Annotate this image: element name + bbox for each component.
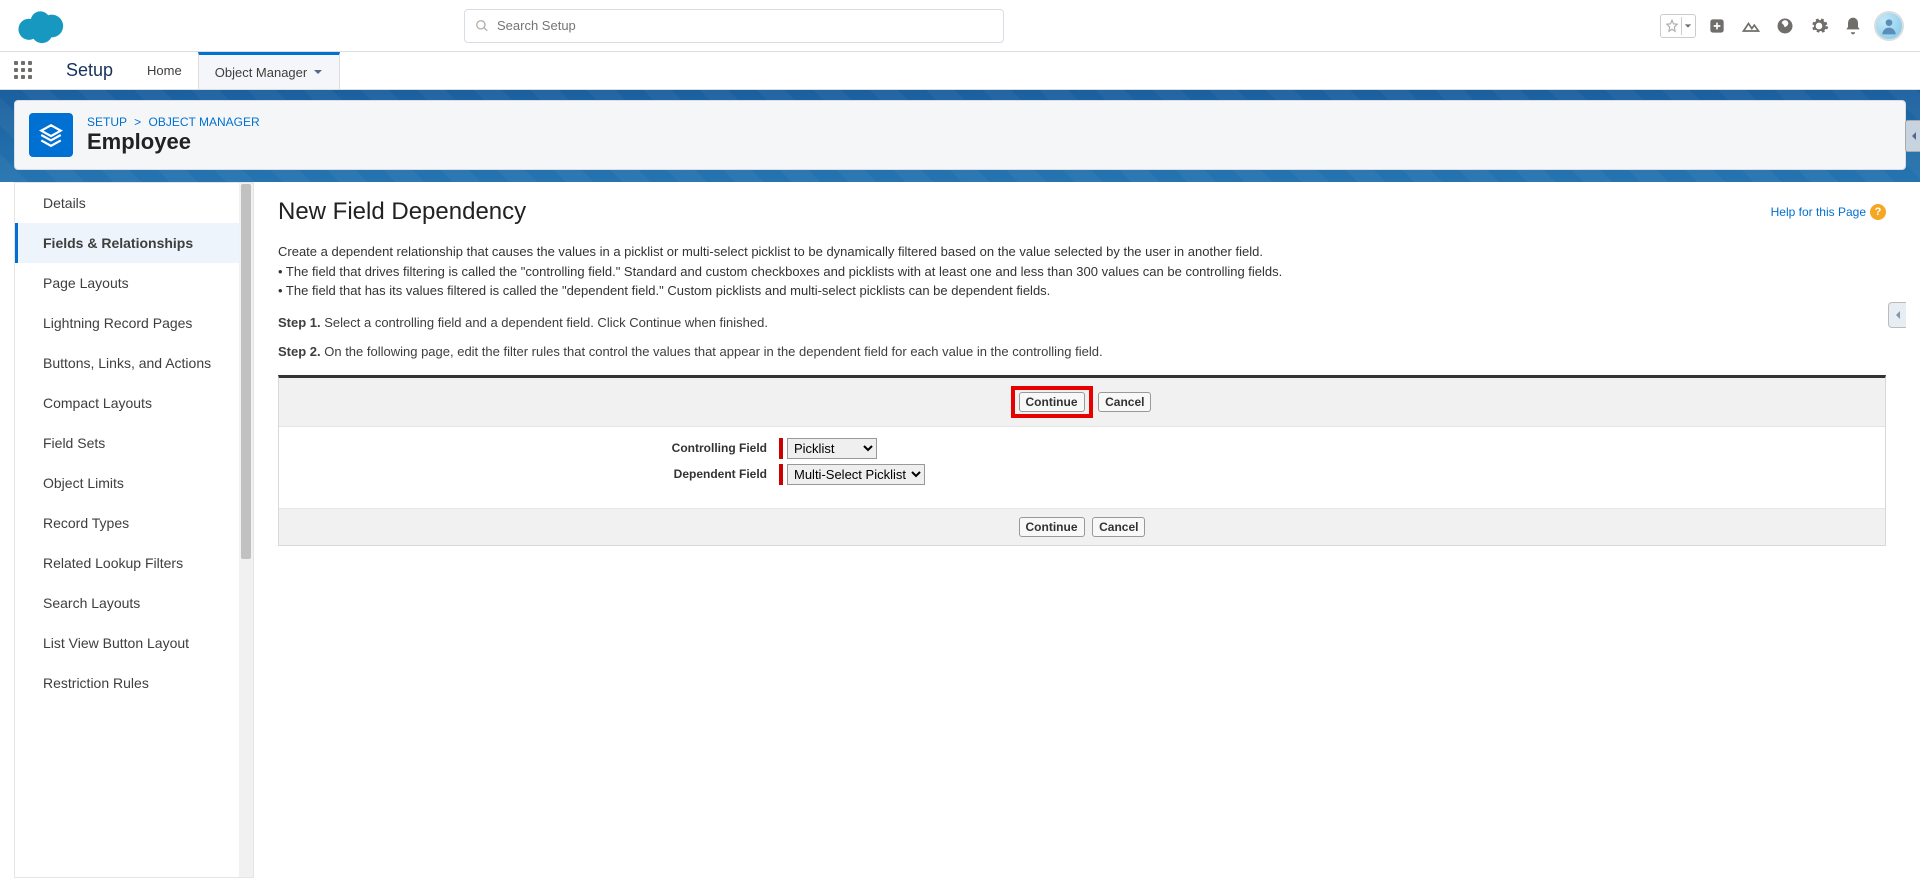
search-icon (475, 19, 489, 33)
global-actions-button[interactable] (1704, 13, 1730, 39)
right-mini-collapse[interactable] (1888, 302, 1906, 328)
chevron-down-icon (1681, 17, 1693, 35)
breadcrumb-setup[interactable]: SETUP (87, 115, 127, 129)
controlling-field-label: Controlling Field (279, 441, 779, 455)
controlling-field-select[interactable]: Picklist (787, 438, 877, 459)
sidebar-item-field-sets[interactable]: Field Sets (15, 423, 253, 463)
notifications-button[interactable] (1840, 13, 1866, 39)
left-sidebar: Details Fields & Relationships Page Layo… (14, 182, 254, 878)
dependent-field-select[interactable]: Multi-Select Picklist (787, 464, 925, 485)
sidebar-item-page-layouts[interactable]: Page Layouts (15, 263, 253, 303)
waffle-icon (14, 61, 34, 81)
content-title: New Field Dependency (278, 198, 526, 226)
user-avatar[interactable] (1874, 11, 1904, 41)
layers-icon (38, 122, 64, 148)
step1-text: Select a controlling field and a depende… (321, 315, 768, 330)
setup-gear-button[interactable] (1806, 13, 1832, 39)
chevron-left-icon (1894, 310, 1902, 320)
continue-button-top[interactable]: Continue (1019, 392, 1085, 412)
breadcrumb: SETUP > OBJECT MANAGER (87, 115, 260, 129)
sidebar-item-record-types[interactable]: Record Types (15, 503, 253, 543)
description-bullet-1: • The field that drives filtering is cal… (278, 262, 1886, 282)
sidebar-item-restriction-rules[interactable]: Restriction Rules (15, 663, 253, 703)
tab-object-manager-label: Object Manager (215, 65, 308, 80)
description-intro: Create a dependent relationship that cau… (278, 242, 1886, 262)
favorites-button[interactable] (1660, 14, 1696, 38)
sidebar-item-compact-layouts[interactable]: Compact Layouts (15, 383, 253, 423)
sidebar-scrollbar[interactable] (239, 183, 253, 877)
chevron-left-icon (1910, 131, 1918, 141)
breadcrumb-object-manager[interactable]: OBJECT MANAGER (149, 115, 260, 129)
help-link-label: Help for this Page (1771, 205, 1866, 219)
star-icon (1663, 17, 1681, 35)
required-indicator (779, 464, 783, 485)
trailhead-button[interactable] (1738, 13, 1764, 39)
step2-text: On the following page, edit the filter r… (321, 344, 1103, 359)
continue-button-bottom[interactable]: Continue (1019, 517, 1085, 537)
cancel-button-bottom[interactable]: Cancel (1092, 517, 1145, 537)
sidebar-item-lightning-pages[interactable]: Lightning Record Pages (15, 303, 253, 343)
search-setup-box[interactable] (464, 9, 1004, 43)
chevron-down-icon (313, 67, 323, 77)
sidebar-item-lookup-filters[interactable]: Related Lookup Filters (15, 543, 253, 583)
object-icon (29, 113, 73, 157)
sidebar-item-object-limits[interactable]: Object Limits (15, 463, 253, 503)
search-input[interactable] (497, 18, 993, 33)
sidebar-item-listview-button[interactable]: List View Button Layout (15, 623, 253, 663)
description-bullet-2: • The field that has its values filtered… (278, 281, 1886, 301)
nav-app-title: Setup (48, 52, 131, 89)
step2-label: Step 2. (278, 344, 321, 359)
continue-highlight: Continue (1011, 386, 1093, 418)
help-button[interactable] (1772, 13, 1798, 39)
tab-object-manager[interactable]: Object Manager (198, 52, 341, 89)
app-launcher-button[interactable] (0, 52, 48, 89)
step1-label: Step 1. (278, 315, 321, 330)
sidebar-item-details[interactable]: Details (15, 183, 253, 223)
sidebar-item-fields[interactable]: Fields & Relationships (15, 223, 253, 263)
salesforce-logo[interactable] (16, 8, 68, 44)
right-panel-collapse[interactable] (1905, 120, 1920, 152)
sidebar-item-search-layouts[interactable]: Search Layouts (15, 583, 253, 623)
help-for-page-link[interactable]: Help for this Page ? (1771, 204, 1886, 220)
cancel-button-top[interactable]: Cancel (1098, 392, 1151, 412)
dependent-field-label: Dependent Field (279, 467, 779, 481)
page-title-object: Employee (87, 129, 260, 155)
help-icon: ? (1870, 204, 1886, 220)
tab-home[interactable]: Home (131, 52, 198, 89)
sidebar-item-buttons-links[interactable]: Buttons, Links, and Actions (15, 343, 253, 383)
required-indicator (779, 438, 783, 459)
